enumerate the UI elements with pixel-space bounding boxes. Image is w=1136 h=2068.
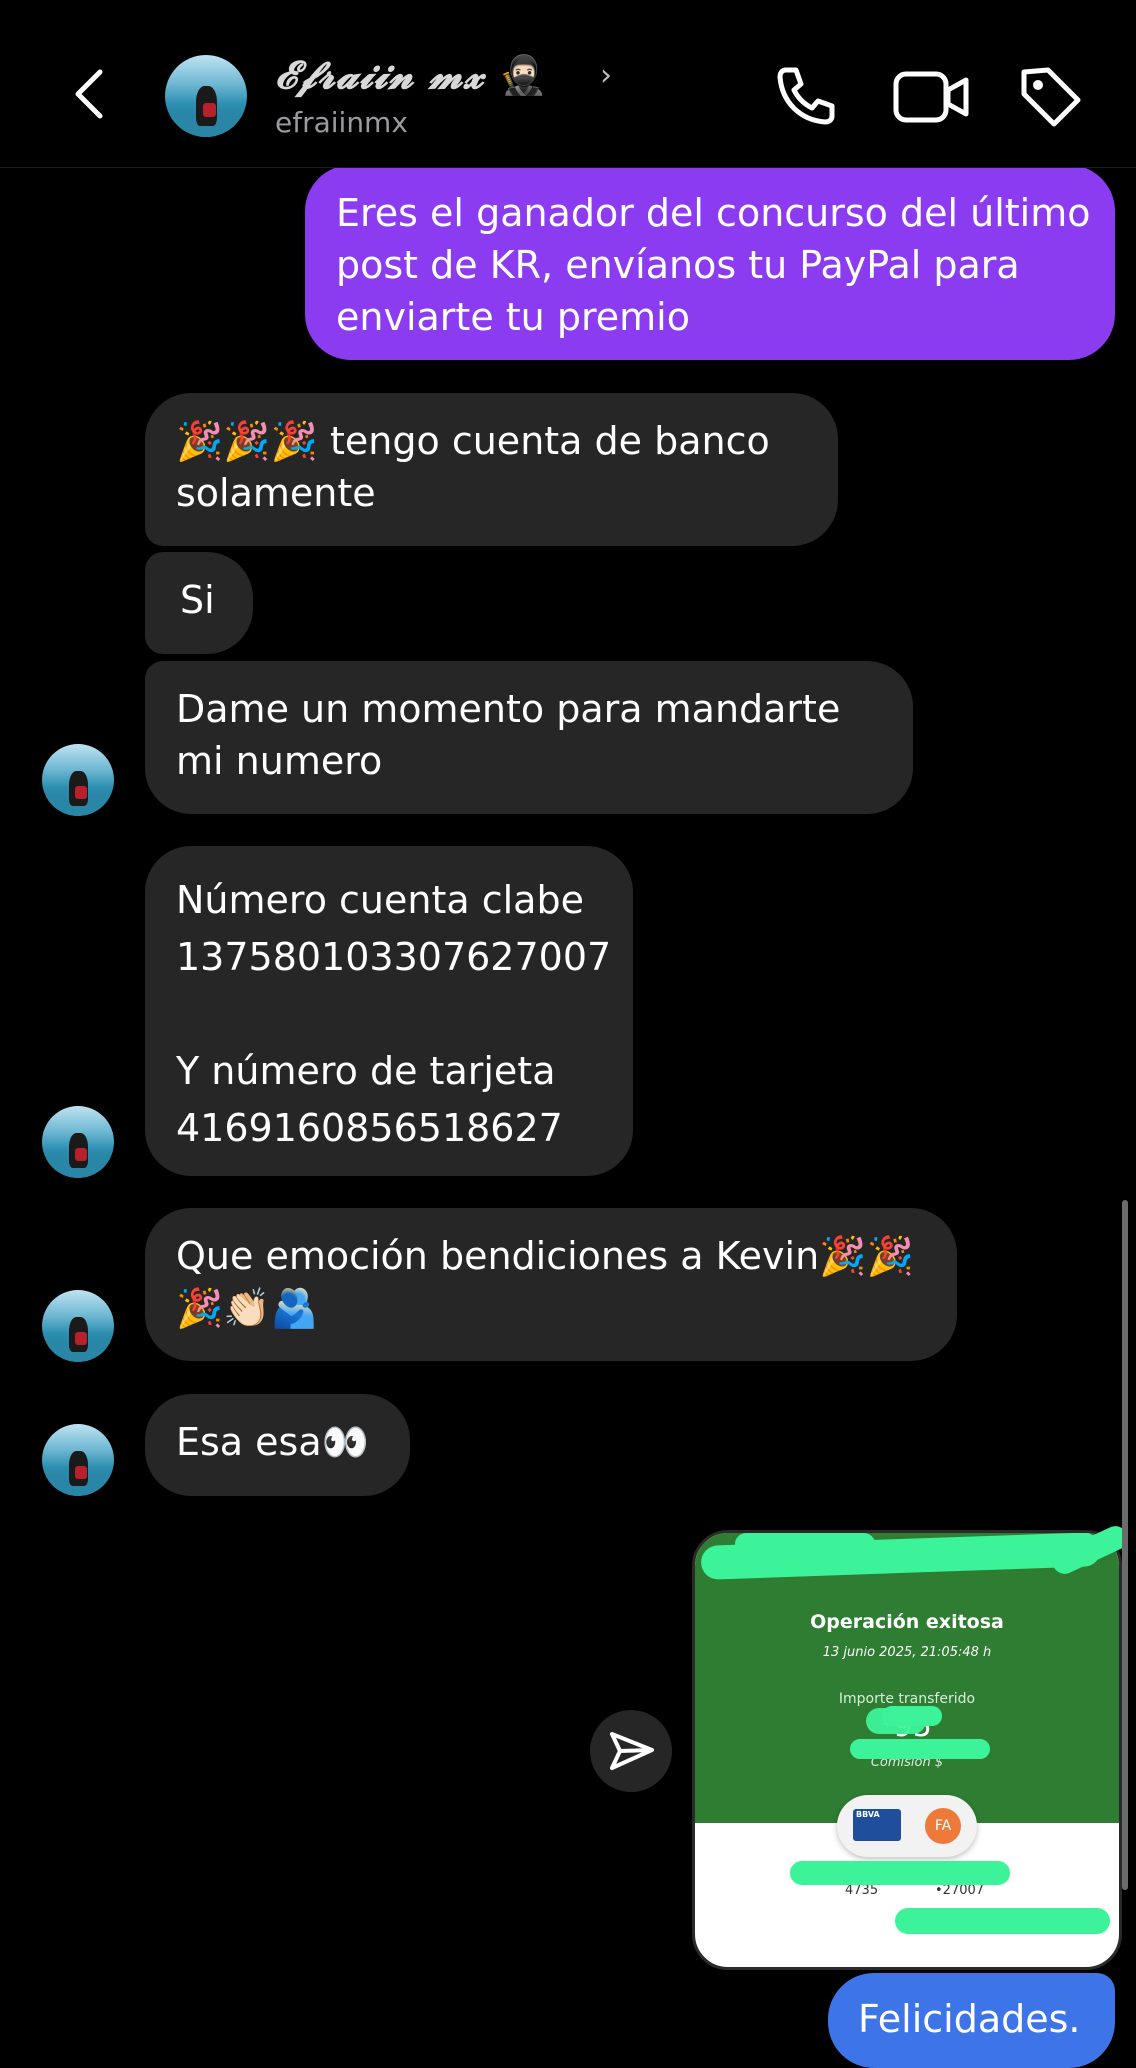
back-arrow-icon[interactable] — [62, 64, 122, 124]
account-tail-left: 4735 — [845, 1883, 879, 1898]
message-text: Dame un momento para mandarte mi numero — [176, 687, 853, 783]
bank-card-icon: BBVA — [853, 1809, 901, 1841]
sender-avatar[interactable] — [42, 1290, 114, 1362]
contact-avatar[interactable] — [165, 55, 247, 137]
bank-card-chip: BBVA FA — [837, 1795, 977, 1857]
contact-display-name[interactable]: 𝓔𝓯𝓻𝓪𝓲𝓲𝓷 𝓶𝔁 🥷🏻 — [275, 52, 547, 98]
video-camera-icon[interactable] — [892, 62, 972, 132]
message-bubble-sent[interactable]: Eres el ganador del concurso del último … — [305, 165, 1115, 360]
sender-avatar[interactable] — [42, 1424, 114, 1496]
message-bubble-received[interactable]: Número cuenta clabe 137580103307627007 Y… — [145, 846, 633, 1176]
account-tail-right: •27007 — [935, 1883, 985, 1898]
contact-username[interactable]: efraiinmx — [275, 106, 408, 139]
message-text: 🎉🎉🎉 tengo cuenta de banco solamente — [176, 419, 782, 515]
message-bubble-received[interactable]: Que emoción bendiciones a Kevin🎉🎉 🎉👏🏻🫂 — [145, 1208, 957, 1361]
sender-avatar[interactable] — [42, 1106, 114, 1178]
message-bubble-received[interactable]: 🎉🎉🎉 tengo cuenta de banco solamente — [145, 393, 838, 546]
message-text: Si — [180, 578, 215, 622]
tag-icon[interactable] — [1016, 62, 1086, 132]
scrollbar[interactable] — [1122, 1200, 1128, 1890]
sender-avatar[interactable] — [42, 744, 114, 816]
message-bubble-received[interactable]: Si — [145, 552, 253, 654]
share-button[interactable] — [590, 1710, 672, 1792]
redaction-scribble — [882, 1706, 942, 1726]
send-icon — [610, 1732, 654, 1770]
phone-icon[interactable] — [768, 62, 838, 132]
redaction-scribble — [790, 1861, 1010, 1885]
receipt-date: 13 junio 2025, 21:05:48 h — [822, 1645, 992, 1660]
receipt-status: Operación exitosa — [810, 1611, 1004, 1633]
message-text: Esa esa👀 — [176, 1420, 369, 1464]
redaction-scribble — [735, 1533, 875, 1555]
chevron-right-icon[interactable]: › — [600, 58, 612, 93]
message-bubble-sent[interactable]: Felicidades. — [828, 1973, 1115, 2068]
transfer-receipt-image[interactable]: Operación exitosa 13 junio 2025, 21:05:4… — [692, 1530, 1122, 1970]
receipt-amount-label: Importe transferido — [838, 1691, 976, 1707]
message-bubble-received[interactable]: Esa esa👀 — [145, 1394, 410, 1496]
chat-header: 𝓔𝓯𝓻𝓪𝓲𝓲𝓷 𝓶𝔁 🥷🏻 › efraiinmx — [0, 0, 1136, 168]
recipient-initials-avatar: FA — [925, 1808, 961, 1844]
message-text: Número cuenta clabe 137580103307627007 Y… — [176, 878, 612, 1150]
message-text: Eres el ganador del concurso del último … — [336, 191, 1103, 339]
redaction-scribble — [895, 1908, 1110, 1934]
message-text: Que emoción bendiciones a Kevin🎉🎉 🎉👏🏻🫂 — [176, 1234, 914, 1330]
message-text: Felicidades. — [858, 1997, 1081, 2041]
redaction-scribble — [850, 1739, 990, 1759]
message-bubble-received[interactable]: Dame un momento para mandarte mi numero — [145, 661, 913, 814]
